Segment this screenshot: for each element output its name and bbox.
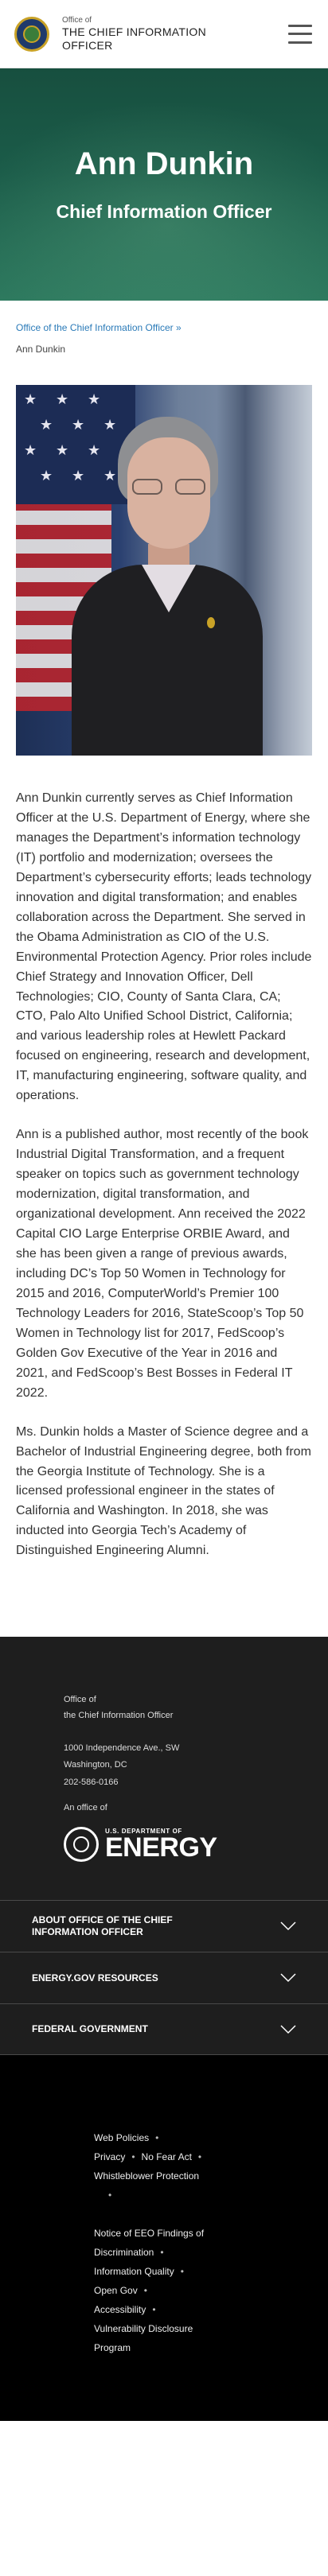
vulnerability-disclosure-link[interactable]: Vulnerability Disclosure xyxy=(94,2323,193,2334)
hamburger-menu-icon[interactable] xyxy=(288,24,312,44)
breadcrumb-current: Ann Dunkin xyxy=(16,344,66,355)
bio-paragraph-2: Ann is a published author, most recently… xyxy=(16,1128,309,1400)
doe-seal-icon xyxy=(64,1827,99,1863)
biography: Ann Dunkin currently serves as Chief Inf… xyxy=(0,756,328,1561)
eeo-findings-link[interactable]: Notice of EEO Findings of xyxy=(94,2224,328,2243)
privacy-link[interactable]: Privacy xyxy=(94,2151,125,2162)
chevron-down-icon xyxy=(280,1970,296,1986)
accordion-energy-gov-resources[interactable]: ENERGY.GOV RESOURCES xyxy=(0,1952,328,2003)
footer-phone-link[interactable]: 202-586-0166 xyxy=(64,1774,328,1791)
office-name: Office of THE CHIEF INFORMATION OFFICER xyxy=(62,16,206,52)
accessibility-link[interactable]: Accessibility xyxy=(94,2304,146,2315)
footer-office-line-2: the Chief Information Officer xyxy=(64,1710,174,1720)
bio-paragraph-1: Ann Dunkin currently serves as Chief Inf… xyxy=(16,791,312,1103)
footer-address-line-2: Washington, DC xyxy=(64,1760,127,1770)
chevron-down-icon xyxy=(280,1918,296,1934)
hero-banner: Ann Dunkin Chief Information Officer xyxy=(0,68,328,301)
accordion-label: FEDERAL GOVERNMENT xyxy=(32,2023,148,2035)
doe-logo-big-text: ENERGY xyxy=(105,1832,217,1863)
breadcrumb: Office of the Chief Information Officer … xyxy=(0,301,328,355)
accordion-about-ocio[interactable]: ABOUT OFFICE OF THE CHIEF INFORMATION OF… xyxy=(0,1900,328,1952)
legal-links: Web Policies • Privacy • No Fear Act • Whist… xyxy=(0,2055,328,2422)
footer-contact: Office of the Chief Information Officer … xyxy=(0,1637,328,1900)
office-name-small: Office of xyxy=(62,15,92,25)
footer-accordion: ABOUT OFFICE OF THE CHIEF INFORMATION OF… xyxy=(0,1900,328,2056)
breadcrumb-separator: » xyxy=(176,322,182,333)
web-policies-link[interactable]: Web Policies xyxy=(94,2132,149,2143)
page-title: Ann Dunkin xyxy=(74,146,254,181)
site-logo-link[interactable]: Office of THE CHIEF INFORMATION OFFICER xyxy=(14,16,206,52)
footer-office-line-1: Office of xyxy=(64,1695,96,1705)
information-quality-link[interactable]: Information Quality xyxy=(94,2266,174,2277)
accordion-label: ENERGY.GOV RESOURCES xyxy=(32,1972,158,1983)
accordion-federal-government[interactable]: FEDERAL GOVERNMENT xyxy=(0,2003,328,2056)
breadcrumb-parent-link[interactable]: Office of the Chief Information Officer xyxy=(16,322,174,333)
eeo-findings-link-line-2[interactable]: Discrimination xyxy=(94,2247,154,2258)
bio-paragraph-3: Ms. Dunkin holds a Master of Science deg… xyxy=(16,1424,311,1558)
accordion-label: ABOUT OFFICE OF THE CHIEF INFORMATION OF… xyxy=(32,1914,173,1938)
page-subtitle: Chief Information Officer xyxy=(56,201,272,222)
site-header: Office of THE CHIEF INFORMATION OFFICER xyxy=(0,0,328,68)
footer-an-office-of: An office of xyxy=(64,1803,107,1813)
open-gov-link[interactable]: Open Gov xyxy=(94,2285,138,2296)
whistleblower-protection-link[interactable]: Whistleblower Protection xyxy=(94,2170,199,2182)
doe-seal-icon xyxy=(14,16,49,52)
vulnerability-disclosure-link-line-2[interactable]: Program xyxy=(94,2342,131,2353)
doe-logo-link[interactable]: U.S. DEPARTMENT OF ENERGY xyxy=(64,1827,328,1863)
office-name-line-2: OFFICER xyxy=(62,38,113,52)
footer-address-line-1: 1000 Independence Ave., SW xyxy=(64,1743,180,1753)
office-name-line-1: THE CHIEF INFORMATION xyxy=(62,25,207,38)
portrait-photo: ★ ★ ★ ★ ★ ★ ★ ★ ★ ★ ★ ★ xyxy=(16,385,312,756)
chevron-down-icon xyxy=(280,2022,296,2038)
site-footer: Office of the Chief Information Officer … xyxy=(0,1637,328,2422)
no-fear-act-link[interactable]: No Fear Act xyxy=(142,2151,192,2162)
